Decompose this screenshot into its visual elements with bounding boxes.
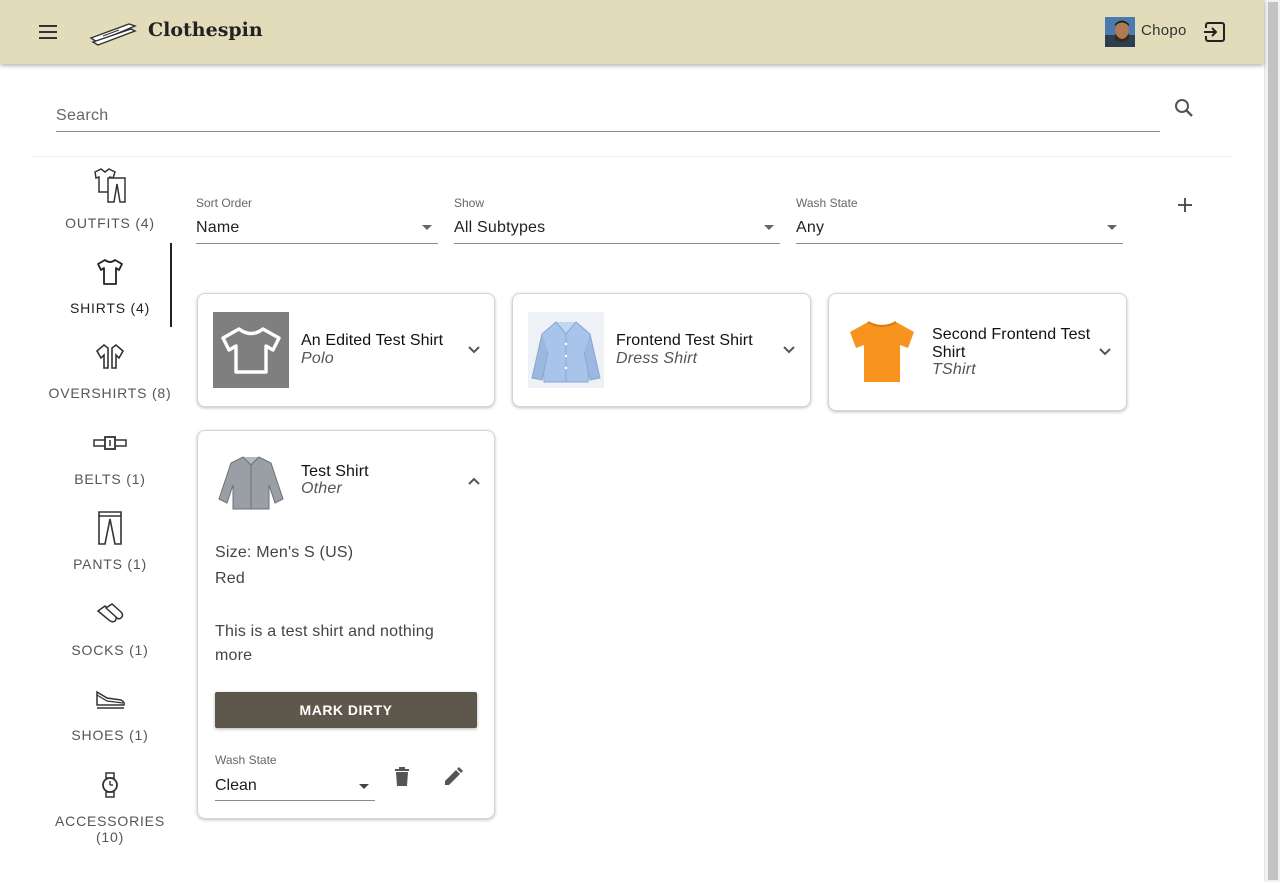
- show-value: All Subtypes: [454, 219, 546, 236]
- sort-order-select[interactable]: Sort Order Name: [196, 194, 438, 244]
- nav-label: OUTFITS (4): [65, 215, 155, 231]
- dropdown-arrow-icon: [359, 784, 369, 789]
- app-header: Clothespin Chopo: [0, 0, 1264, 64]
- nav-label: BELTS (1): [74, 471, 146, 487]
- nav-label: SHIRTS (4): [69, 300, 151, 316]
- scrollbar-thumb[interactable]: [1268, 2, 1278, 880]
- nav-item-belts[interactable]: BELTS (1): [40, 416, 180, 500]
- clothing-card-expanded[interactable]: Test Shirt Other Size: Men's S (US) Red …: [197, 430, 495, 819]
- nav-item-accessories[interactable]: ACCESSORIES (10): [40, 758, 180, 845]
- chevron-down-icon[interactable]: [781, 342, 797, 358]
- show-select[interactable]: Show All Subtypes: [454, 194, 780, 244]
- search-icon[interactable]: [1172, 96, 1196, 120]
- outfit-icon: [90, 166, 130, 206]
- pants-icon: [90, 507, 130, 547]
- card-subtype: Dress Shirt: [616, 350, 698, 367]
- card-subtype: Polo: [301, 350, 334, 367]
- nav-item-shirts[interactable]: SHIRTS (4): [40, 245, 180, 329]
- clothing-card[interactable]: An Edited Test Shirt Polo: [197, 293, 495, 407]
- wash-state-select[interactable]: Wash State Clean: [215, 753, 375, 801]
- nav-item-overshirts[interactable]: OVERSHIRTS (8): [40, 330, 180, 414]
- edit-icon[interactable]: [441, 765, 465, 789]
- card-title: An Edited Test Shirt: [301, 332, 444, 349]
- gray-shirt-image: [213, 449, 289, 525]
- delete-icon[interactable]: [390, 765, 414, 789]
- card-title: Test Shirt: [301, 463, 369, 480]
- nav-label: PANTS (1): [73, 556, 147, 572]
- color-text: Red: [215, 570, 245, 587]
- nav-item-pants[interactable]: PANTS (1): [40, 501, 180, 585]
- chevron-down-icon[interactable]: [1097, 344, 1113, 360]
- wash-state-value: Any: [796, 219, 825, 236]
- card-subtype: TShirt: [932, 361, 976, 378]
- description-text: This is a test shirt and nothing more: [215, 623, 434, 664]
- nav-item-outfits[interactable]: OUTFITS (4): [40, 160, 180, 244]
- app-title: Clothespin: [148, 19, 263, 41]
- shoe-icon: [90, 678, 130, 718]
- socks-icon: [90, 593, 130, 633]
- wash-state-value: Clean: [215, 777, 257, 794]
- clothing-card[interactable]: Frontend Test Shirt Dress Shirt: [512, 293, 811, 407]
- add-icon[interactable]: [1174, 194, 1196, 216]
- logout-icon[interactable]: [1202, 19, 1228, 45]
- nav-label: SHOES (1): [71, 727, 149, 743]
- orange-tshirt-image: [844, 312, 920, 388]
- wash-state-label: Wash State: [215, 753, 277, 767]
- dress-shirt-image: [528, 312, 604, 388]
- active-tab-indicator: [170, 243, 172, 327]
- menu-icon[interactable]: [36, 20, 62, 44]
- watch-icon: [90, 764, 130, 804]
- mark-dirty-button[interactable]: MARK DIRTY: [215, 692, 477, 728]
- nav-label: OVERSHIRTS (8): [48, 385, 172, 401]
- wash-state-label: Wash State: [796, 196, 858, 210]
- chevron-up-icon[interactable]: [466, 473, 482, 489]
- avatar[interactable]: [1105, 17, 1135, 47]
- card-subtype: Other: [301, 480, 343, 497]
- sort-order-label: Sort Order: [196, 196, 253, 210]
- clothespin-logo-icon: [89, 18, 137, 46]
- nav-item-socks[interactable]: SOCKS (1): [40, 587, 180, 671]
- card-title: Frontend Test Shirt: [616, 332, 753, 349]
- wash-state-filter-select[interactable]: Wash State Any: [796, 194, 1123, 244]
- nav-item-shoes[interactable]: SHOES (1): [40, 672, 180, 756]
- search-input[interactable]: [56, 96, 1160, 130]
- nav-label: SOCKS (1): [71, 642, 149, 658]
- nav-label: ACCESSORIES (10): [55, 813, 165, 845]
- chevron-down-icon[interactable]: [466, 342, 482, 358]
- dropdown-arrow-icon: [1107, 225, 1117, 230]
- sort-order-value: Name: [196, 219, 240, 236]
- user-name[interactable]: Chopo: [1141, 22, 1187, 39]
- overshirt-icon: [90, 336, 130, 376]
- shirt-icon: [90, 251, 130, 291]
- show-label: Show: [454, 196, 485, 210]
- card-title: Second Frontend Test Shirt: [932, 326, 1091, 361]
- dropdown-arrow-icon: [764, 225, 774, 230]
- divider: [32, 156, 1232, 157]
- shirt-placeholder-image: [213, 312, 289, 388]
- belt-icon: [90, 422, 130, 462]
- dropdown-arrow-icon: [422, 225, 432, 230]
- search-field: [56, 96, 1160, 132]
- size-text: Size: Men's S (US): [215, 544, 354, 561]
- scrollbar[interactable]: [1264, 0, 1280, 882]
- clothing-card[interactable]: Second Frontend Test Shirt TShirt: [828, 293, 1127, 411]
